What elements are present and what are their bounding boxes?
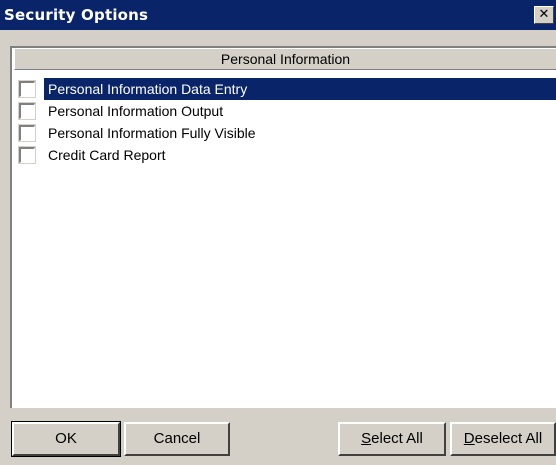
list-item[interactable]: Personal Information Fully Visible <box>14 122 556 144</box>
list-column-header[interactable]: Personal Information <box>14 48 556 70</box>
list-item-label: Personal Information Fully Visible <box>48 125 256 141</box>
deselect-all-button[interactable]: Deselect All <box>450 422 556 456</box>
list-item[interactable]: Personal Information Data Entry <box>14 78 556 100</box>
select-all-mnemonic: S <box>361 430 372 447</box>
list-rows: Personal Information Data Entry Personal… <box>14 78 556 166</box>
list-item-label: Credit Card Report <box>48 147 166 163</box>
checkbox[interactable] <box>18 124 36 142</box>
list-item-label: Personal Information Data Entry <box>48 81 248 97</box>
title-bar: Security Options ✕ <box>0 0 556 30</box>
list-item-label: Personal Information Output <box>48 103 224 119</box>
deselect-all-label: eselect All <box>474 430 543 447</box>
list-item[interactable]: Personal Information Output <box>14 100 556 122</box>
close-button[interactable]: ✕ <box>534 6 554 24</box>
ok-button[interactable]: OK <box>11 421 121 457</box>
checkbox[interactable] <box>18 102 36 120</box>
cancel-button[interactable]: Cancel <box>124 422 230 456</box>
close-icon: ✕ <box>538 7 550 22</box>
checkbox[interactable] <box>18 80 36 98</box>
window-title: Security Options <box>4 6 149 24</box>
list-item[interactable]: Credit Card Report <box>14 144 556 166</box>
deselect-all-mnemonic: D <box>463 430 475 447</box>
select-all-button[interactable]: Select All <box>338 422 446 456</box>
checkbox[interactable] <box>18 146 36 164</box>
select-all-label: elect All <box>371 430 423 447</box>
